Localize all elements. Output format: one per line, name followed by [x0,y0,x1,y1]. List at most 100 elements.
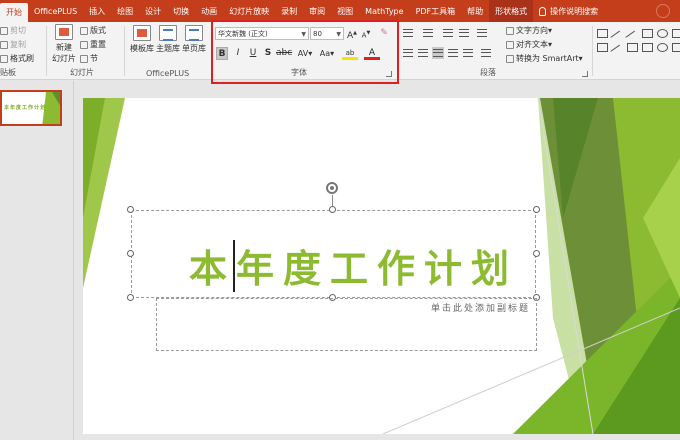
theme-library-button[interactable]: 主题库 [156,25,180,54]
line-shape-icon[interactable] [610,30,625,45]
distributed-button[interactable] [462,47,474,59]
tab-review[interactable]: 审阅 [303,0,331,22]
tab-animations[interactable]: 动画 [195,0,223,22]
align-right-icon [433,49,443,57]
bullets-button[interactable] [402,27,414,39]
resize-handle-top-left[interactable] [127,206,134,213]
oval-shape-icon[interactable] [657,29,668,38]
slide-canvas[interactable]: 本年度工作计划 单击此处添加副标题 [83,98,680,434]
cut-button[interactable]: 剪切 [0,25,26,36]
template-icon [133,25,151,41]
numbering-button[interactable] [422,27,434,39]
align-text-label: 对齐文本 [516,40,548,49]
tab-officeplus[interactable]: OfficePLUS [28,0,83,22]
copy-button[interactable]: 复制 [0,39,26,50]
connector-shape-icon[interactable] [610,44,625,59]
slide-subtitle[interactable]: 单击此处添加副标题 [431,301,530,314]
clipboard-group: 剪切 复制 格式刷 贴板 [0,22,44,80]
brush-icon [0,54,8,63]
resize-handle-top-right[interactable] [533,206,540,213]
arrow-right-shape-icon[interactable] [642,43,653,52]
align-right-button[interactable] [432,47,444,59]
line-spacing-button[interactable] [476,27,488,39]
text-direction-icon [506,26,514,35]
convert-smartart-button[interactable]: 转换为 SmartArt ▾ [506,53,583,64]
new-slide-label: 新建 [56,43,72,52]
new-slide-button[interactable]: 新建 幻灯片 [52,24,76,64]
divider [124,26,125,76]
single-page-icon [185,25,203,41]
align-text-button[interactable]: 对齐文本 ▾ [506,39,552,50]
text-box-shape-icon[interactable] [597,29,608,38]
text-direction-button[interactable]: 文字方向 ▾ [506,25,552,36]
rectangle-shape-icon[interactable] [642,29,653,38]
divider [592,26,593,76]
rounded-rect-shape-icon[interactable] [672,29,680,38]
tab-help[interactable]: 帮助 [461,0,489,22]
account-icon[interactable] [656,4,670,18]
scissors-icon [0,26,8,35]
increase-indent-button[interactable] [458,27,470,39]
slides-group-label: 幻灯片 [70,68,94,77]
format-painter-button[interactable]: 格式刷 [0,53,34,64]
tell-me-search[interactable]: 操作说明搜索 [533,0,604,22]
align-center-icon [418,49,428,57]
tab-design[interactable]: 设计 [139,0,167,22]
tab-home[interactable]: 开始 [0,3,28,22]
tab-record[interactable]: 录制 [275,0,303,22]
justify-button[interactable] [447,47,459,59]
tab-insert[interactable]: 插入 [83,0,111,22]
officeplus-group: 模板库 主题库 单页库 OfficePLUS [126,22,210,80]
columns-button[interactable] [480,47,492,59]
reset-button[interactable]: 重置 [80,39,106,50]
star-shape-icon[interactable] [657,43,668,52]
line-spacing-icon [477,29,487,37]
tab-transitions[interactable]: 切换 [167,0,195,22]
slide-thumbnail-1[interactable]: 本年度工作计划 [0,90,62,126]
tab-view[interactable]: 视图 [331,0,359,22]
divider [46,26,47,76]
tab-mathtype[interactable]: MathType [359,0,409,22]
single-page-library-button[interactable]: 单页库 [182,25,206,54]
triangle-shape-icon[interactable] [597,43,608,52]
align-left-button[interactable] [402,47,414,59]
paragraph-dialog-launcher-icon[interactable] [582,71,588,77]
resize-handle-bottom-left[interactable] [127,294,134,301]
tab-draw[interactable]: 绘图 [111,0,139,22]
resize-handle-right[interactable] [533,250,540,257]
shapes-gallery[interactable] [596,27,680,71]
lightbulb-icon [539,6,547,16]
layout-button[interactable]: 版式 [80,25,106,36]
reset-icon [80,40,88,49]
tab-pdf-tools[interactable]: PDF工具箱 [410,0,462,22]
brace-shape-icon[interactable] [672,43,680,52]
text-direction-label: 文字方向 [516,26,548,35]
bracket-shape-icon[interactable] [627,43,638,52]
slide-title[interactable]: 本年度工作计划 [189,238,518,293]
new-slide-icon [55,24,73,40]
smartart-icon [506,54,514,63]
slides-group: 新建 幻灯片 版式 重置 节 幻灯片 [48,22,124,80]
tab-slideshow[interactable]: 幻灯片放映 [223,0,275,22]
rotate-handle-icon[interactable] [326,182,338,194]
bullets-icon [403,29,413,37]
section-label: 节 [90,54,98,63]
theme-label: 主题库 [156,44,180,53]
format-painter-label: 格式刷 [10,54,34,63]
text-cursor [233,240,235,292]
justify-icon [448,49,458,57]
slide-thumbnail-pane: 本年度工作计划 [0,81,74,440]
section-button[interactable]: 节 [80,53,98,64]
distributed-icon [463,49,473,57]
columns-icon [481,49,491,57]
align-center-button[interactable] [417,47,429,59]
clipboard-group-label: 贴板 [0,68,16,77]
layout-label: 版式 [90,26,106,35]
resize-handle-left[interactable] [127,250,134,257]
tab-shape-format[interactable]: 形状格式 [489,0,534,22]
font-group-highlight-box [211,20,399,84]
resize-handle-top[interactable] [329,206,336,213]
ribbon-tab-bar: 开始 OfficePLUS 插入 绘图 设计 切换 动画 幻灯片放映 录制 审阅… [0,0,680,22]
decrease-indent-button[interactable] [442,27,454,39]
template-library-button[interactable]: 模板库 [130,25,154,54]
